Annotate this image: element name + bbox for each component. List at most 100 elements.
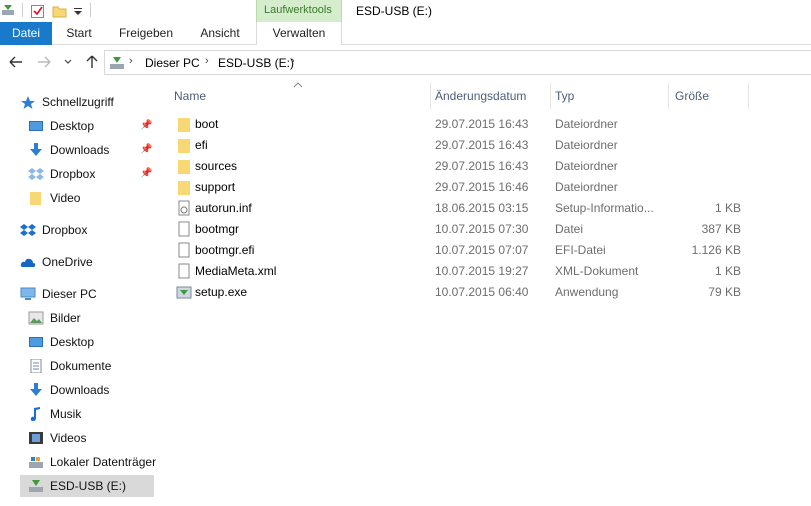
file-type: EFI-Datei: [555, 243, 606, 257]
file-size: 79 KB: [708, 285, 741, 299]
file-type: Dateiordner: [555, 117, 618, 131]
back-arrow-icon[interactable]: [8, 55, 24, 69]
nav-pc-documents-label: Dokumente: [50, 359, 112, 373]
customize-quick-access-icon[interactable]: [72, 3, 84, 19]
nav-pc-videos-label: Videos: [50, 431, 87, 445]
tab-share[interactable]: Freigeben: [110, 22, 182, 45]
tab-manage[interactable]: Verwalten: [256, 22, 342, 46]
breadcrumb-separator-icon: ›: [129, 55, 133, 67]
nav-quick-dropbox[interactable]: Dropbox 📌: [28, 163, 154, 185]
dropbox-icon: [20, 224, 36, 236]
column-divider[interactable]: [668, 83, 669, 109]
file-date: 10.07.2015 07:30: [435, 222, 529, 236]
forward-arrow-icon[interactable]: [36, 55, 52, 69]
table-row[interactable]: setup.exe 10.07.2015 06:40 Anwendung 79 …: [160, 282, 811, 303]
column-header-size[interactable]: Größe: [675, 89, 709, 103]
table-row[interactable]: autorun.inf 18.06.2015 03:15 Setup-Infor…: [160, 198, 811, 219]
context-tab-group-label: Laufwerktools: [264, 4, 332, 16]
recent-locations-chevron-icon[interactable]: [63, 57, 73, 67]
tab-file[interactable]: Datei: [0, 22, 52, 45]
table-row[interactable]: efi 29.07.2015 16:43 Dateiordner: [160, 135, 811, 156]
file-name: bootmgr.efi: [195, 243, 255, 257]
nav-pc-music[interactable]: Musik: [28, 403, 154, 425]
file-list: Name Änderungsdatum Typ Größe boot 29.07…: [160, 81, 811, 506]
nav-quick-access[interactable]: Schnellzugriff: [20, 91, 154, 113]
breadcrumb-separator-icon: ›: [291, 55, 295, 67]
desktop-icon: [29, 121, 43, 131]
file-name: boot: [195, 117, 219, 131]
pin-icon[interactable]: 📌: [140, 139, 152, 161]
nav-pc-documents[interactable]: Dokumente: [28, 355, 154, 377]
table-row[interactable]: sources 29.07.2015 16:43 Dateiordner: [160, 156, 811, 177]
folder-icon: [178, 160, 190, 174]
nav-this-pc[interactable]: Dieser PC: [20, 283, 154, 305]
nav-pc-local-disk[interactable]: Lokaler Datenträger: [28, 451, 156, 473]
nav-quick-downloads[interactable]: Downloads 📌: [28, 139, 154, 161]
ribbon-tabs: Datei Start Freigeben Ansicht Verwalten: [0, 22, 811, 46]
nav-onedrive[interactable]: OneDrive: [20, 251, 154, 273]
tab-view[interactable]: Ansicht: [190, 22, 250, 45]
file-date: 29.07.2015 16:43: [435, 138, 529, 152]
onedrive-cloud-icon: [20, 258, 36, 267]
table-row[interactable]: support 29.07.2015 16:46 Dateiordner: [160, 177, 811, 198]
file-name: sources: [195, 159, 238, 173]
folder-icon: [30, 192, 41, 205]
nav-quick-video[interactable]: Video: [28, 187, 154, 209]
tab-view-label: Ansicht: [200, 26, 240, 40]
file-date: 10.07.2015 07:07: [435, 243, 529, 257]
table-row[interactable]: bootmgr.efi 10.07.2015 07:07 EFI-Datei 1…: [160, 240, 811, 261]
table-row[interactable]: boot 29.07.2015 16:43 Dateiordner: [160, 114, 811, 135]
nav-pc-music-label: Musik: [50, 407, 82, 421]
title-bar: Laufwerktools ESD-USB (E:): [0, 0, 811, 22]
file-icon: [178, 242, 190, 258]
file-date: 18.06.2015 03:15: [435, 201, 529, 215]
drive-icon: [110, 57, 124, 69]
nav-quick-desktop[interactable]: Desktop 📌: [28, 115, 154, 137]
file-size: 387 KB: [701, 222, 741, 236]
computer-icon: [20, 287, 36, 300]
nav-dropbox-label: Dropbox: [42, 223, 88, 237]
address-box[interactable]: › Dieser PC › ESD-USB (E:) ›: [104, 50, 811, 75]
documents-icon: [30, 359, 42, 373]
table-row[interactable]: MediaMeta.xml 10.07.2015 19:27 XML-Dokum…: [160, 261, 811, 282]
file-size: 1 KB: [714, 264, 741, 278]
file-date: 10.07.2015 06:40: [435, 285, 529, 299]
star-icon: [21, 96, 35, 109]
context-tab-group: Laufwerktools: [256, 0, 342, 22]
column-header-name[interactable]: Name: [174, 89, 206, 103]
nav-pc-usb-drive[interactable]: ESD-USB (E:): [20, 475, 154, 497]
file-type: Dateiordner: [555, 138, 618, 152]
breadcrumb-this-pc[interactable]: Dieser PC: [145, 56, 200, 70]
breadcrumb-drive[interactable]: ESD-USB (E:): [218, 56, 294, 70]
nav-this-pc-label: Dieser PC: [42, 287, 97, 301]
file-icon: [178, 263, 190, 279]
up-arrow-icon[interactable]: [84, 54, 100, 70]
pin-icon[interactable]: 📌: [140, 115, 152, 137]
new-folder-icon[interactable]: [52, 3, 68, 19]
pin-icon[interactable]: 📌: [140, 163, 152, 185]
file-name: MediaMeta.xml: [195, 264, 277, 278]
tab-start[interactable]: Start: [56, 22, 102, 45]
file-date: 10.07.2015 19:27: [435, 264, 529, 278]
nav-pc-downloads[interactable]: Downloads: [28, 379, 154, 401]
nav-pc-pictures[interactable]: Bilder: [28, 307, 154, 329]
desktop-icon: [29, 337, 43, 347]
folder-icon: [178, 118, 190, 132]
nav-pc-desktop[interactable]: Desktop: [28, 331, 154, 353]
folder-icon: [178, 181, 190, 195]
properties-icon[interactable]: [30, 3, 46, 19]
breadcrumb-separator-icon: ›: [205, 55, 209, 67]
column-header-type[interactable]: Typ: [555, 89, 574, 103]
nav-onedrive-label: OneDrive: [42, 255, 93, 269]
nav-pc-videos[interactable]: Videos: [28, 427, 154, 449]
file-size: 1 KB: [714, 201, 741, 215]
usb-drive-icon: [29, 480, 43, 492]
table-row[interactable]: bootmgr 10.07.2015 07:30 Datei 387 KB: [160, 219, 811, 240]
column-divider[interactable]: [748, 83, 749, 109]
column-divider[interactable]: [430, 83, 431, 109]
file-date: 29.07.2015 16:46: [435, 180, 529, 194]
nav-dropbox[interactable]: Dropbox: [20, 219, 154, 241]
column-divider[interactable]: [550, 83, 551, 109]
column-header-date[interactable]: Änderungsdatum: [435, 89, 526, 103]
file-type: Setup-Informatio...: [555, 201, 654, 215]
